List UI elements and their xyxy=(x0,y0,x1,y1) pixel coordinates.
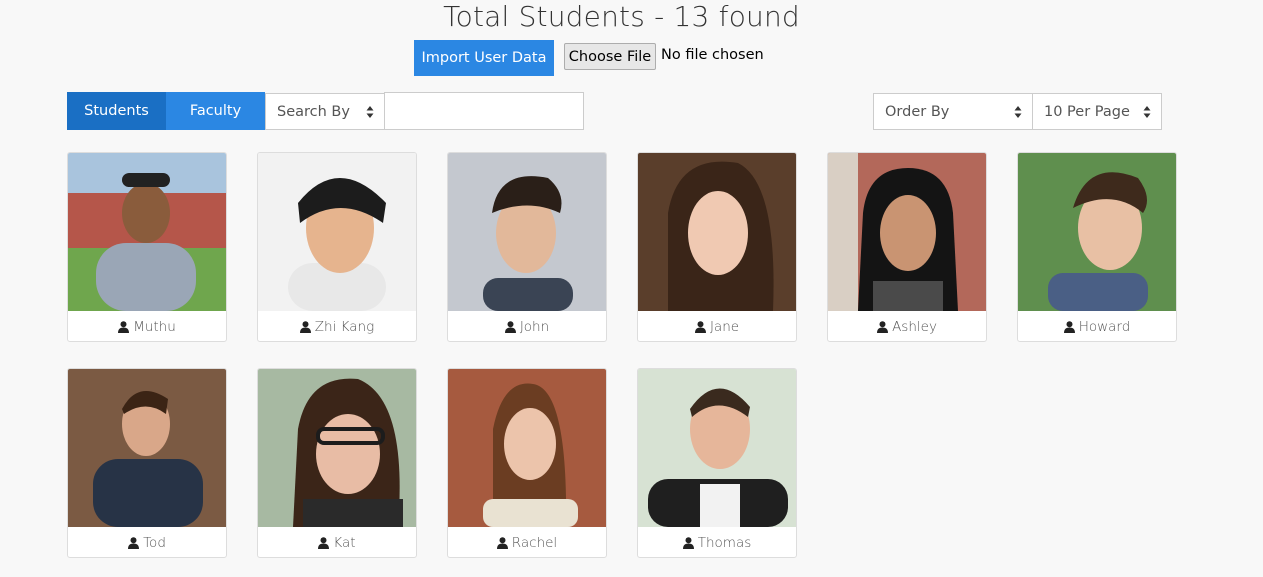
user-icon xyxy=(1063,321,1075,333)
user-icon xyxy=(694,321,706,333)
student-name-label: Rachel xyxy=(511,535,558,551)
student-name-label: Muthu xyxy=(133,319,176,335)
student-name: Jane xyxy=(638,313,796,341)
student-card[interactable]: Tod xyxy=(67,368,227,558)
student-card[interactable]: Muthu xyxy=(67,152,227,342)
student-name: Ashley xyxy=(828,313,986,341)
student-name: Zhi Kang xyxy=(258,313,416,341)
per-page-select[interactable]: 10 Per Page xyxy=(1032,93,1162,130)
import-user-data-button[interactable]: Import User Data xyxy=(414,40,554,76)
student-name-label: John xyxy=(519,319,550,335)
user-icon xyxy=(299,321,311,333)
sort-arrows-icon xyxy=(366,105,374,118)
student-card[interactable]: Thomas xyxy=(637,368,797,558)
student-card[interactable]: Zhi Kang xyxy=(257,152,417,342)
student-photo xyxy=(638,153,796,311)
student-card[interactable]: Ashley xyxy=(827,152,987,342)
user-icon xyxy=(318,537,330,549)
tab-faculty[interactable]: Faculty xyxy=(166,92,265,130)
sort-arrows-icon xyxy=(1143,105,1151,118)
student-name: Rachel xyxy=(448,529,606,557)
student-photo xyxy=(448,369,606,527)
user-icon xyxy=(118,321,130,333)
order-by-value: Order By xyxy=(885,103,950,120)
student-photo xyxy=(1018,153,1176,311)
file-status-text: No file chosen xyxy=(661,47,764,63)
user-icon xyxy=(682,537,694,549)
student-photo xyxy=(448,153,606,311)
student-name-label: Zhi Kang xyxy=(314,319,375,335)
student-name: John xyxy=(448,313,606,341)
student-photo xyxy=(68,153,226,311)
student-name-label: Thomas xyxy=(697,535,752,551)
user-icon xyxy=(496,537,508,549)
student-name: Muthu xyxy=(68,313,226,341)
student-name: Tod xyxy=(68,529,226,557)
order-by-select[interactable]: Order By xyxy=(873,93,1033,130)
student-photo xyxy=(828,153,986,311)
student-card[interactable]: Kat xyxy=(257,368,417,558)
student-name: Kat xyxy=(258,529,416,557)
tab-students[interactable]: Students xyxy=(67,92,166,130)
user-icon xyxy=(504,321,516,333)
per-page-value: 10 Per Page xyxy=(1044,103,1130,120)
search-input[interactable] xyxy=(384,92,584,130)
student-name-label: Jane xyxy=(709,319,740,335)
sort-arrows-icon xyxy=(1014,105,1022,118)
user-icon xyxy=(877,321,889,333)
student-name-label: Howard xyxy=(1078,319,1131,335)
student-name-label: Kat xyxy=(333,535,356,551)
student-photo xyxy=(68,369,226,527)
page-title: Total Students - 13 found xyxy=(443,0,800,33)
student-name: Thomas xyxy=(638,529,796,557)
student-card[interactable]: Rachel xyxy=(447,368,607,558)
student-photo xyxy=(638,369,796,527)
choose-file-button[interactable]: Choose File xyxy=(564,43,656,70)
student-card[interactable]: Jane xyxy=(637,152,797,342)
student-name: Howard xyxy=(1018,313,1176,341)
student-name-label: Tod xyxy=(143,535,166,551)
student-photo xyxy=(258,369,416,527)
student-card[interactable]: John xyxy=(447,152,607,342)
user-icon xyxy=(128,537,140,549)
student-name-label: Ashley xyxy=(892,319,937,335)
search-by-value: Search By xyxy=(277,103,350,120)
student-card[interactable]: Howard xyxy=(1017,152,1177,342)
search-by-select[interactable]: Search By xyxy=(265,93,385,130)
student-photo xyxy=(258,153,416,311)
